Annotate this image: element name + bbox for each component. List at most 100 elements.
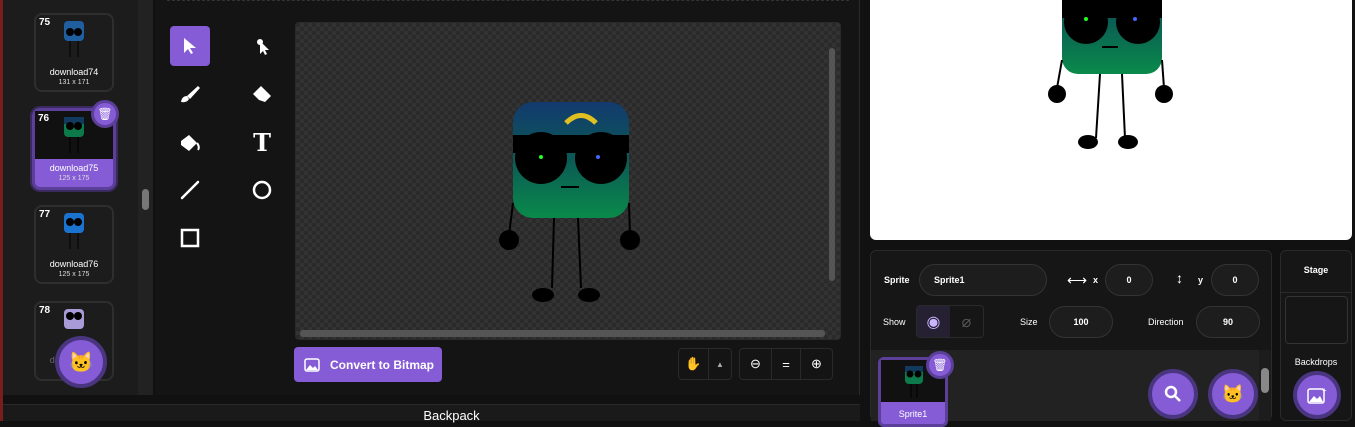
hand-icon: ✋ bbox=[685, 356, 702, 371]
zoom-in-button[interactable]: ⊕ bbox=[801, 349, 832, 379]
convert-to-bitmap-button[interactable]: Convert to Bitmap bbox=[294, 347, 442, 382]
x-input[interactable]: 0 bbox=[1105, 264, 1153, 296]
convert-label: Convert to Bitmap bbox=[330, 357, 435, 372]
cat-plus-icon: 🐱 bbox=[68, 351, 94, 374]
brush-icon bbox=[181, 86, 200, 103]
mode-button[interactable]: ✋ bbox=[679, 349, 709, 379]
sprite-name-input[interactable]: Sprite1 bbox=[919, 264, 1047, 296]
stage-sprite bbox=[1048, 0, 1173, 149]
y-label: y bbox=[1198, 275, 1204, 285]
text-t-icon: T bbox=[253, 127, 271, 157]
brush-mode-group: ✋ ▲ bbox=[678, 348, 732, 380]
eraser-icon bbox=[253, 86, 271, 102]
backdrop-plus-icon: + bbox=[1307, 386, 1327, 404]
backdrops-label: Backdrops bbox=[1294, 357, 1338, 367]
paint-canvas[interactable] bbox=[295, 22, 841, 340]
trash-icon: 🗑 bbox=[97, 107, 113, 121]
zoom-controls: ⊖ = ⊕ bbox=[739, 348, 833, 380]
rectangle-icon bbox=[180, 228, 200, 248]
size-label: Size bbox=[1020, 317, 1038, 327]
zoom-reset-button[interactable]: = bbox=[772, 349, 801, 379]
show-hidden-button[interactable]: ⌀ bbox=[950, 306, 983, 337]
sprite-name-value: Sprite1 bbox=[934, 275, 965, 285]
canvas-horizontal-scrollbar[interactable] bbox=[300, 330, 825, 337]
costume-thumbnail bbox=[64, 21, 84, 57]
costume-thumbnail bbox=[64, 117, 84, 153]
show-label: Show bbox=[883, 317, 906, 327]
y-input[interactable]: 0 bbox=[1211, 264, 1259, 296]
canvas-vertical-scrollbar[interactable] bbox=[829, 48, 835, 281]
paint-bucket-icon bbox=[181, 135, 200, 151]
costume-size: 125 x 175 bbox=[58, 271, 90, 278]
eye-slash-icon: ⌀ bbox=[961, 313, 972, 331]
size-input[interactable]: 100 bbox=[1049, 306, 1113, 338]
size-value: 100 bbox=[1073, 317, 1089, 327]
y-value: 0 bbox=[1232, 275, 1238, 285]
choose-costume-button[interactable]: 🐱 bbox=[55, 336, 107, 388]
costume-thumbnail bbox=[64, 213, 84, 249]
choose-backdrop-button[interactable]: + bbox=[1293, 371, 1341, 419]
stage-thumbnail[interactable] bbox=[1285, 296, 1348, 344]
show-visible-button[interactable]: ◉ bbox=[917, 306, 950, 337]
zoom-out-button[interactable]: ⊖ bbox=[740, 349, 772, 379]
eraser-tool[interactable] bbox=[242, 74, 282, 114]
x-value: 0 bbox=[1126, 275, 1132, 285]
vertical-arrows-icon: ↕ bbox=[1176, 270, 1183, 286]
x-label: x bbox=[1093, 275, 1099, 285]
zoom-in-icon: ⊕ bbox=[811, 356, 822, 371]
costume-item[interactable]: 75 download74 131 x 171 bbox=[34, 13, 114, 92]
line-icon bbox=[180, 180, 200, 200]
eye-icon: ◉ bbox=[926, 313, 941, 331]
reshape-tool[interactable] bbox=[242, 26, 282, 66]
search-sprite-button[interactable] bbox=[1148, 369, 1198, 419]
costume-number: 77 bbox=[39, 209, 51, 220]
equals-icon: = bbox=[782, 356, 790, 372]
direction-value: 90 bbox=[1222, 317, 1233, 327]
visibility-toggle: ◉ ⌀ bbox=[916, 305, 984, 338]
fill-tool[interactable] bbox=[170, 122, 210, 162]
line-tool[interactable] bbox=[170, 170, 210, 210]
brush-tool[interactable] bbox=[170, 74, 210, 114]
sprite-thumbnail bbox=[905, 366, 923, 398]
stage-title: Stage bbox=[1303, 265, 1329, 275]
svg-text:+: + bbox=[1322, 386, 1327, 395]
direction-label: Direction bbox=[1148, 317, 1184, 327]
select-tool[interactable] bbox=[170, 26, 210, 66]
stage-canvas[interactable] bbox=[870, 0, 1352, 240]
costume-size: 131 x 171 bbox=[58, 79, 90, 86]
costume-name: download76 bbox=[49, 259, 99, 269]
horizontal-arrows-icon: ⟷ bbox=[1067, 272, 1088, 288]
sprite-list: Sprite1 🗑 🐱 bbox=[871, 350, 1271, 427]
mode-dropdown[interactable]: ▲ bbox=[709, 349, 731, 379]
delete-costume-button[interactable]: 🗑 bbox=[91, 100, 119, 128]
cat-plus-icon: 🐱 bbox=[1221, 383, 1245, 404]
circle-tool[interactable] bbox=[242, 170, 282, 210]
search-icon bbox=[1164, 385, 1181, 402]
image-icon bbox=[304, 357, 320, 372]
costume-name: download74 bbox=[49, 67, 99, 77]
costume-name: download75 bbox=[49, 163, 99, 173]
choose-sprite-button[interactable]: 🐱 bbox=[1208, 369, 1258, 419]
zoom-out-icon: ⊖ bbox=[750, 356, 761, 371]
trash-icon: 🗑 bbox=[932, 358, 948, 372]
sprite-label: Sprite bbox=[884, 275, 910, 285]
costume-scrollbar-thumb[interactable] bbox=[142, 189, 149, 210]
reshape-icon bbox=[257, 39, 269, 55]
sprite-name: Sprite1 bbox=[898, 409, 928, 419]
costume-drawing bbox=[499, 102, 640, 302]
text-tool[interactable]: T bbox=[242, 122, 282, 162]
costume-size: 125 x 175 bbox=[58, 175, 90, 182]
costume-number: 75 bbox=[39, 17, 51, 28]
direction-input[interactable]: 90 bbox=[1196, 306, 1260, 338]
sprite-list-scrollbar[interactable] bbox=[1259, 350, 1271, 421]
rectangle-tool[interactable] bbox=[170, 218, 210, 258]
costume-list: 75 download74 131 x 171 76 download75 12… bbox=[3, 0, 153, 395]
circle-icon bbox=[252, 180, 272, 200]
caret-up-icon: ▲ bbox=[716, 359, 724, 369]
costume-number: 78 bbox=[39, 305, 51, 316]
costume-number: 76 bbox=[38, 113, 50, 124]
stage-selector-panel[interactable]: Stage Backdrops + bbox=[1280, 250, 1352, 421]
delete-sprite-button[interactable]: 🗑 bbox=[926, 351, 954, 379]
costume-item[interactable]: 77 download76 125 x 175 bbox=[34, 205, 114, 284]
backpack-header[interactable]: Backpack bbox=[3, 404, 860, 423]
